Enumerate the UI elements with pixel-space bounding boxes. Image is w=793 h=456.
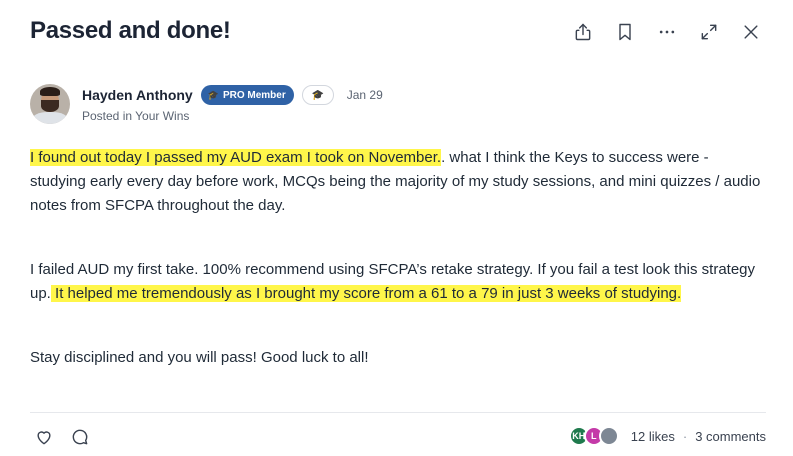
paragraph-3: Stay disciplined and you will pass! Good… <box>30 349 369 366</box>
liker-avatar <box>598 426 619 446</box>
bookmark-icon <box>619 23 631 41</box>
author-meta: Hayden Anthony 🎓 PRO Member 🎓 Jan 29 Pos… <box>82 84 383 123</box>
post-stats: KH L 12 likes · 3 comments <box>568 426 766 446</box>
more-icon <box>659 30 675 34</box>
comment-button[interactable] <box>69 426 91 448</box>
post-title: Passed and done! <box>30 17 231 44</box>
heart-icon <box>37 431 51 445</box>
post-date: Jan 29 <box>346 88 383 102</box>
post-body: I found out today I passed my AUD exam I… <box>30 146 766 370</box>
graduation-cap-icon: 🎓 <box>207 89 219 100</box>
comment-icon <box>72 429 88 445</box>
post-toolbar <box>571 20 763 44</box>
divider <box>30 412 766 413</box>
close-icon <box>744 25 758 39</box>
graduation-hat-icon: 🎓 <box>311 89 324 101</box>
graduation-hat-badge: 🎓 <box>301 85 334 105</box>
pro-member-badge: 🎓 PRO Member <box>200 85 294 105</box>
expand-button[interactable] <box>697 20 721 44</box>
post-actions <box>33 426 91 448</box>
likes-count[interactable]: 12 likes <box>631 429 675 444</box>
highlighted-text: It helped me tremendously as I brought m… <box>50 285 682 302</box>
comments-count[interactable]: 3 comments <box>695 429 766 444</box>
bookmark-button[interactable] <box>613 20 637 44</box>
close-button[interactable] <box>739 20 763 44</box>
likers-avatars[interactable]: KH L <box>568 426 619 446</box>
share-icon <box>575 23 591 41</box>
author-name[interactable]: Hayden Anthony <box>82 87 193 103</box>
expand-icon <box>701 24 717 40</box>
author-row: Hayden Anthony 🎓 PRO Member 🎓 Jan 29 Pos… <box>30 84 383 124</box>
separator: · <box>682 428 688 444</box>
highlighted-text: I found out today I passed my AUD exam I… <box>30 149 442 166</box>
more-button[interactable] <box>655 20 679 44</box>
paragraph-2: I failed AUD my first take. 100% recomme… <box>30 258 766 306</box>
badge-label: PRO Member <box>222 89 286 101</box>
avatar[interactable] <box>30 84 70 124</box>
paragraph-1: I found out today I passed my AUD exam I… <box>30 146 766 218</box>
share-button[interactable] <box>571 20 595 44</box>
posted-in[interactable]: Posted in Your Wins <box>82 109 383 123</box>
like-button[interactable] <box>33 426 55 448</box>
